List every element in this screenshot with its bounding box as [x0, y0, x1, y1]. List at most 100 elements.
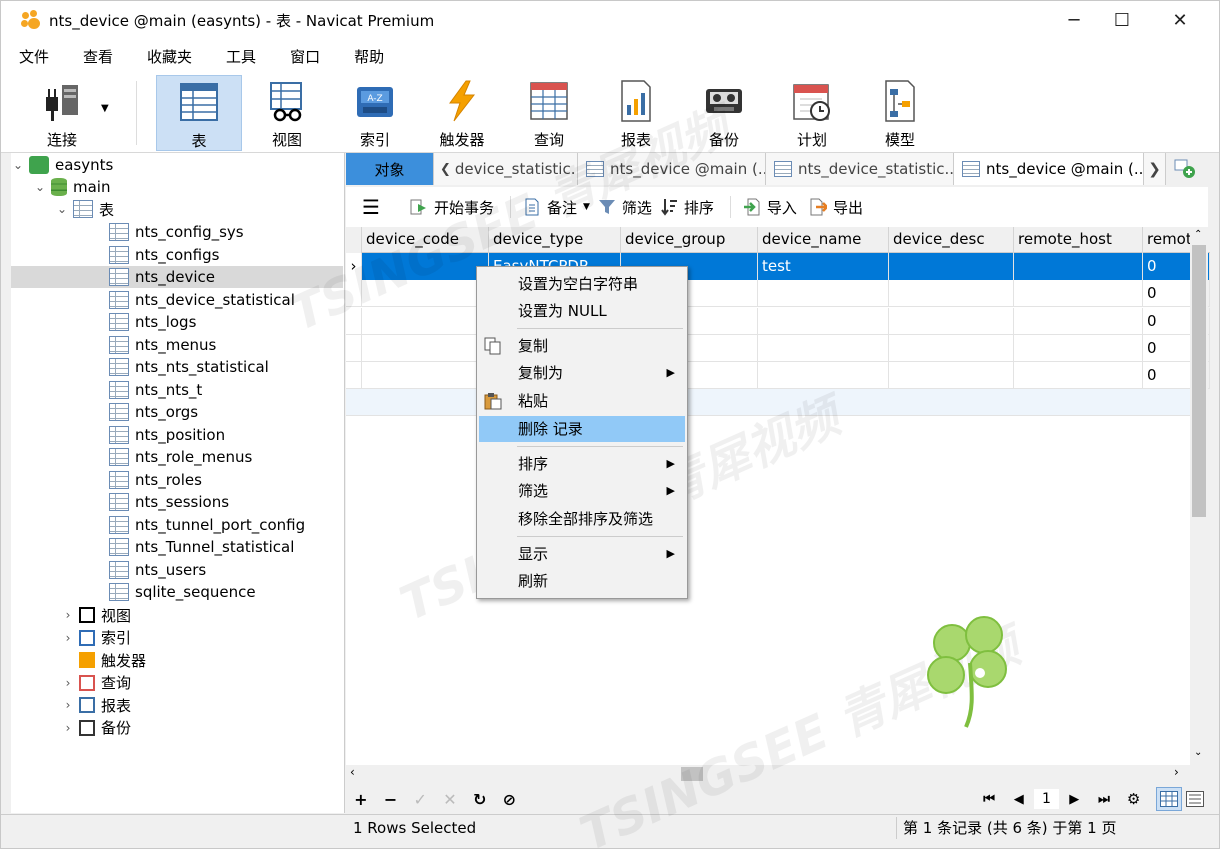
menu-tools[interactable]: 工具: [208, 46, 272, 67]
tree-group-item[interactable]: › 备份: [11, 717, 343, 739]
ctx-display[interactable]: 显示 ▶: [479, 541, 685, 567]
chevron-right-icon[interactable]: ›: [61, 608, 75, 622]
tree-table-item[interactable]: nts_configs: [11, 244, 343, 266]
column-header-device-name[interactable]: device_name: [758, 227, 889, 253]
tree-table-item[interactable]: nts_position: [11, 424, 343, 446]
index-button[interactable]: A-Z 索引: [332, 75, 418, 151]
connect-dropdown-icon[interactable]: ▼: [101, 103, 109, 114]
chevron-right-icon[interactable]: ›: [61, 698, 75, 712]
menu-window[interactable]: 窗口: [272, 46, 336, 67]
scroll-up-icon[interactable]: ⌃: [1194, 229, 1202, 240]
note-button[interactable]: 备注 ▼: [523, 197, 590, 218]
maximize-icon[interactable]: ☐: [1093, 1, 1151, 39]
scroll-right-icon[interactable]: ›: [1174, 765, 1179, 779]
tree-table-item[interactable]: nts_sessions: [11, 491, 343, 513]
tree-table-item[interactable]: nts_users: [11, 559, 343, 581]
grid-cell-remote-host[interactable]: [1014, 307, 1143, 335]
tree-table-item[interactable]: nts_orgs: [11, 401, 343, 423]
grid-cell-device-desc[interactable]: [889, 334, 1014, 362]
view-button[interactable]: 视图: [244, 75, 330, 151]
refresh-icon[interactable]: ↻: [465, 790, 495, 809]
grid-cell-device-name[interactable]: [758, 362, 889, 390]
scroll-left-icon[interactable]: ‹: [350, 765, 355, 779]
tab-2[interactable]: nts_device @main (...: [578, 153, 766, 185]
stop-icon[interactable]: ⊘: [495, 790, 525, 809]
form-view-icon[interactable]: [1182, 787, 1208, 811]
grid-cell-device-code[interactable]: [362, 362, 489, 390]
grid-cell-remote-host[interactable]: [1014, 334, 1143, 362]
ctx-set-null[interactable]: 设置为 NULL: [479, 298, 685, 324]
grid-cell-device-code[interactable]: [362, 253, 489, 280]
tree-group-item[interactable]: › 查询: [11, 672, 343, 694]
grid-cell-device-desc[interactable]: [889, 280, 1014, 308]
tree-group-item[interactable]: › 报表: [11, 694, 343, 716]
connect-button[interactable]: 连接: [19, 75, 105, 151]
close-icon[interactable]: ✕: [1151, 1, 1209, 39]
chevron-down-icon[interactable]: ⌄: [55, 202, 69, 216]
tree-table-item[interactable]: nts_Tunnel_statistical: [11, 536, 343, 558]
tree-connection[interactable]: ⌄ easynts: [11, 154, 343, 176]
discard-icon[interactable]: ✕: [435, 790, 465, 809]
model-button[interactable]: 模型: [857, 75, 943, 151]
report-button[interactable]: 报表: [593, 75, 679, 151]
row-indicator[interactable]: [346, 362, 362, 390]
chevron-right-icon[interactable]: ›: [61, 676, 75, 690]
grid-cell-device-code[interactable]: [362, 307, 489, 335]
backup-button[interactable]: 备份: [681, 75, 767, 151]
tree-table-item[interactable]: nts_role_menus: [11, 446, 343, 468]
tree-table-item[interactable]: sqlite_sequence: [11, 581, 343, 603]
chevron-left-icon[interactable]: ❮: [440, 162, 451, 177]
tree-database[interactable]: ⌄ main: [11, 176, 343, 198]
column-header-device-type[interactable]: device_type: [489, 227, 621, 253]
grid-view-icon[interactable]: [1156, 787, 1183, 811]
query-button[interactable]: 查询: [506, 75, 592, 151]
ctx-refresh[interactable]: 刷新: [479, 568, 685, 594]
ctx-remove-all[interactable]: 移除全部排序及筛选: [479, 506, 685, 532]
chevron-down-icon[interactable]: ⌄: [11, 158, 25, 172]
filter-button[interactable]: 筛选: [598, 197, 652, 218]
tree-table-item[interactable]: nts_tunnel_port_config: [11, 514, 343, 536]
grid-cell-device-desc[interactable]: [889, 307, 1014, 335]
grid-cell-device-name[interactable]: [758, 280, 889, 308]
sort-button[interactable]: 排序: [660, 197, 714, 218]
tree-table-item[interactable]: nts_nts_statistical: [11, 356, 343, 378]
tree-table-item[interactable]: nts_menus: [11, 334, 343, 356]
tab-1[interactable]: ❮ device_statistic...: [434, 153, 578, 185]
row-indicator[interactable]: [346, 280, 362, 308]
trigger-button[interactable]: 触发器: [419, 75, 505, 151]
menu-icon[interactable]: ☰: [362, 195, 380, 219]
ctx-copy[interactable]: 复制: [479, 333, 685, 359]
grid-cell-remote-host[interactable]: [1014, 253, 1143, 280]
grid-cell-device-name[interactable]: [758, 334, 889, 362]
new-tab-icon[interactable]: [1174, 159, 1196, 179]
grid-cell-device-name[interactable]: [758, 307, 889, 335]
tree-table-item[interactable]: nts_device_statistical: [11, 289, 343, 311]
add-record-icon[interactable]: +: [346, 790, 376, 809]
import-button[interactable]: 导入: [743, 197, 797, 218]
tree-table-item[interactable]: nts_device: [11, 266, 343, 288]
tree-group-item[interactable]: 触发器: [11, 649, 343, 671]
row-indicator[interactable]: ›: [346, 253, 362, 280]
page-number-field[interactable]: 1: [1033, 789, 1060, 809]
grid-cell-remote-host[interactable]: [1014, 280, 1143, 308]
chevron-down-icon[interactable]: ⌄: [33, 180, 47, 194]
grid-cell-remote-host[interactable]: [1014, 362, 1143, 390]
note-dropdown-icon[interactable]: ▼: [583, 202, 590, 212]
column-header-device-group[interactable]: device_group: [621, 227, 758, 253]
menu-help[interactable]: 帮助: [336, 46, 400, 67]
tree-tables-group[interactable]: ⌄ 表: [11, 198, 343, 220]
horizontal-scrollbar[interactable]: ‹ ›: [346, 765, 1208, 783]
schedule-button[interactable]: 计划: [769, 75, 855, 151]
tree-table-item[interactable]: nts_logs: [11, 311, 343, 333]
vertical-scrollbar[interactable]: ⌃ ⌄: [1190, 227, 1208, 767]
first-page-icon[interactable]: ⏮: [974, 792, 1004, 807]
tab-objects[interactable]: 对象: [346, 153, 434, 185]
hscroll-thumb[interactable]: [681, 767, 703, 781]
grid-cell-device-desc[interactable]: [889, 253, 1014, 280]
ctx-copy-as[interactable]: 复制为 ▶: [479, 360, 685, 386]
delete-record-icon[interactable]: −: [376, 790, 406, 809]
column-header-remote-host[interactable]: remote_host: [1014, 227, 1143, 253]
last-page-icon[interactable]: ⏭: [1089, 792, 1119, 807]
tab-3[interactable]: nts_device_statistic...: [766, 153, 954, 185]
apply-icon[interactable]: ✓: [405, 790, 435, 809]
